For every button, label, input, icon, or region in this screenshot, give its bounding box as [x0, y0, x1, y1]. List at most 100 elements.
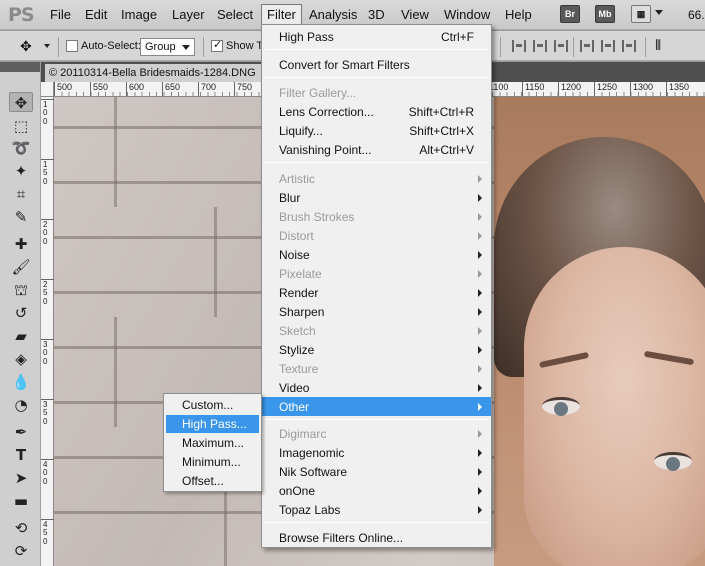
menu-item-render[interactable]: Render	[262, 283, 491, 302]
menu-3d[interactable]: 3D	[368, 7, 385, 22]
paint-bucket-tool-icon[interactable]: ◈	[9, 349, 33, 369]
ruler-tick: 750	[234, 82, 252, 96]
menu-filter[interactable]: Filter	[261, 4, 302, 25]
menu-item-label: Filter Gallery...	[279, 86, 357, 100]
toolbox-header[interactable]	[0, 62, 40, 72]
submenu-arrow-icon	[478, 327, 482, 335]
menu-item-brush-strokes: Brush Strokes	[262, 207, 491, 226]
menu-item-noise[interactable]: Noise	[262, 245, 491, 264]
history-brush-tool-icon[interactable]: ↺	[9, 303, 33, 323]
menu-layer[interactable]: Layer	[172, 7, 205, 22]
menu-view[interactable]: View	[401, 7, 429, 22]
menu-item-blur[interactable]: Blur	[262, 188, 491, 207]
menu-item-shortcut: Alt+Ctrl+V	[419, 143, 474, 157]
arrange-documents-icon[interactable]: ▦	[631, 5, 651, 23]
menu-item-shortcut: Shift+Ctrl+R	[408, 105, 474, 119]
menu-item-topaz-labs[interactable]: Topaz Labs	[262, 500, 491, 519]
menu-item-label: Browse Filters Online...	[279, 531, 404, 545]
portrait-eye	[654, 452, 692, 471]
3d-orbit-tool-icon[interactable]: ⟳	[9, 541, 33, 561]
auto-select-checkbox[interactable]	[66, 40, 78, 52]
bridge-button[interactable]: Br	[560, 5, 580, 23]
lasso-tool-icon[interactable]: ➰	[9, 138, 33, 158]
quick-selection-tool-icon[interactable]: ✦	[9, 161, 33, 181]
eyedropper-tool-icon[interactable]: ✎	[9, 207, 33, 227]
auto-align-icon[interactable]: ⦀	[655, 37, 661, 54]
menu-item-stylize[interactable]: Stylize	[262, 340, 491, 359]
submenu-item-custom[interactable]: Custom...	[166, 396, 259, 414]
path-selection-tool-icon[interactable]: ➤	[9, 468, 33, 488]
menu-item-convert-smart-filters[interactable]: Convert for Smart Filters	[262, 55, 491, 74]
ruler-origin[interactable]	[41, 82, 54, 97]
submenu-item-high-pass[interactable]: High Pass...	[166, 415, 259, 433]
chevron-down-icon[interactable]	[655, 10, 663, 15]
pen-tool-icon[interactable]: ✒	[9, 422, 33, 442]
align-horizontal-center-icon[interactable]	[601, 40, 615, 52]
menu-item-distort: Distort	[262, 226, 491, 245]
submenu-arrow-icon	[478, 346, 482, 354]
menu-analysis[interactable]: Analysis	[309, 7, 357, 22]
menu-item-label: Render	[279, 286, 319, 300]
crop-tool-icon[interactable]: ⌗	[9, 184, 33, 204]
menu-item-onone[interactable]: onOne	[262, 481, 491, 500]
auto-select-dropdown[interactable]: Group	[140, 38, 195, 56]
menu-item-nik-software[interactable]: Nik Software	[262, 462, 491, 481]
menu-item-sharpen[interactable]: Sharpen	[262, 302, 491, 321]
align-right-icon[interactable]	[622, 40, 636, 52]
menu-item-high-pass-last[interactable]: High Pass Ctrl+F	[262, 27, 491, 46]
submenu-item-offset[interactable]: Offset...	[166, 472, 259, 490]
menu-item-imagenomic[interactable]: Imagenomic	[262, 443, 491, 462]
submenu-item-label: Minimum...	[182, 455, 241, 469]
blur-tool-icon[interactable]: 💧	[9, 372, 33, 392]
marquee-tool-icon[interactable]: ⬚	[9, 116, 33, 136]
rectangle-tool-icon[interactable]: ▬	[9, 491, 33, 511]
menu-item-label: Stylize	[279, 343, 315, 357]
align-left-icon[interactable]	[580, 40, 594, 52]
menu-separator	[265, 522, 488, 523]
move-tool-icon[interactable]: ✥	[9, 92, 33, 112]
menu-file[interactable]: File	[50, 7, 71, 22]
submenu-item-maximum[interactable]: Maximum...	[166, 434, 259, 452]
brick-mortar	[114, 317, 117, 427]
clone-stamp-tool-icon[interactable]: ⛫	[9, 280, 33, 300]
menu-select[interactable]: Select	[217, 7, 253, 22]
menu-item-video[interactable]: Video	[262, 378, 491, 397]
menu-image[interactable]: Image	[121, 7, 157, 22]
menu-item-lens-correction[interactable]: Lens Correction... Shift+Ctrl+R	[262, 102, 491, 121]
show-transform-checkbox[interactable]: ✓	[211, 39, 223, 52]
align-vertical-center-icon[interactable]	[533, 40, 547, 52]
tool-preset-chevron-icon[interactable]	[44, 44, 50, 48]
brush-tool-icon[interactable]: 🖌	[9, 257, 33, 277]
menu-item-other[interactable]: Other	[262, 397, 491, 416]
auto-select-label: Auto-Select:	[81, 40, 141, 52]
vertical-ruler[interactable]: 1 0 0 1 5 0 2 0 0 2 5 0 3 0 0 3 5 0 4 0 …	[41, 97, 54, 566]
menu-item-vanishing-point[interactable]: Vanishing Point... Alt+Ctrl+V	[262, 140, 491, 159]
menu-item-browse-filters-online[interactable]: Browse Filters Online...	[262, 528, 491, 547]
ruler-tick: 650	[162, 82, 180, 96]
submenu-item-minimum[interactable]: Minimum...	[166, 453, 259, 471]
menu-separator	[265, 162, 488, 163]
menu-edit[interactable]: Edit	[85, 7, 107, 22]
align-top-icon[interactable]	[512, 40, 526, 52]
menu-item-label: Digimarc	[279, 427, 327, 441]
3d-rotate-tool-icon[interactable]: ⟲	[9, 518, 33, 538]
healing-brush-tool-icon[interactable]: ✚	[9, 234, 33, 254]
type-tool-icon[interactable]: T	[9, 445, 33, 465]
ruler-digit: 0	[43, 117, 48, 126]
menu-window[interactable]: Window	[444, 7, 490, 22]
menu-item-liquify[interactable]: Liquify... Shift+Ctrl+X	[262, 121, 491, 140]
zoom-level[interactable]: 66.	[688, 8, 705, 22]
show-transform-label: Show T	[226, 40, 264, 52]
menu-item-digimarc: Digimarc	[262, 424, 491, 443]
separator	[203, 37, 204, 57]
menu-item-label: Video	[279, 381, 310, 395]
move-tool-icon[interactable]: ✥	[20, 38, 32, 55]
ruler-digit: 0	[43, 417, 48, 426]
align-bottom-icon[interactable]	[554, 40, 568, 52]
eraser-tool-icon[interactable]: ▰	[9, 326, 33, 346]
mini-bridge-button[interactable]: Mb	[595, 5, 615, 23]
menu-help[interactable]: Help	[505, 7, 532, 22]
dodge-tool-icon[interactable]: ◔	[9, 395, 33, 415]
ruler-digit: 0	[43, 477, 48, 486]
ruler-tick: 600	[126, 82, 144, 96]
